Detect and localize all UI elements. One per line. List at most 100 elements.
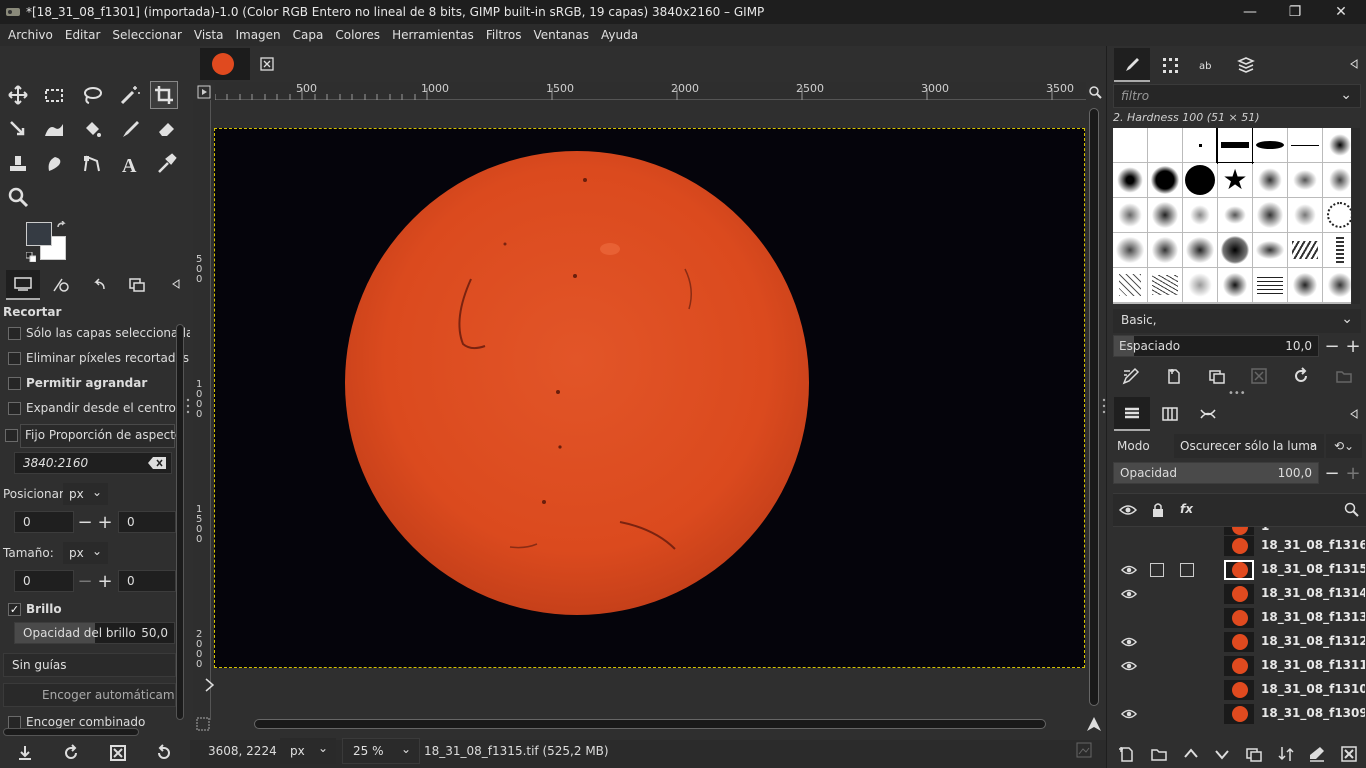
tool-options-hscrollbar[interactable] [3, 728, 139, 736]
brush-cell[interactable] [1148, 128, 1182, 162]
close-tab-icon[interactable] [260, 57, 274, 71]
brush-cell[interactable] [1288, 198, 1322, 232]
duplicate-layer-button[interactable] [1243, 743, 1265, 765]
minus-icon[interactable]: − [74, 570, 96, 592]
tab-layers[interactable] [1114, 397, 1150, 431]
minus-icon[interactable]: − [1321, 335, 1343, 357]
horizontal-scrollbar[interactable] [254, 719, 1046, 729]
color-picker-tool[interactable] [152, 150, 180, 178]
clear-field-icon[interactable] [148, 457, 166, 469]
brush-cell[interactable] [1253, 233, 1287, 267]
lasso-tool[interactable] [78, 81, 106, 109]
eye-icon[interactable] [1121, 706, 1137, 722]
brush-cell[interactable] [1113, 163, 1147, 197]
brush-cell[interactable] [1183, 163, 1217, 197]
brush-cell[interactable] [1323, 128, 1351, 162]
minus-icon[interactable]: − [74, 511, 96, 533]
plus-icon[interactable]: + [94, 511, 116, 533]
minimize-button[interactable]: — [1227, 0, 1273, 24]
eye-icon[interactable] [1121, 658, 1137, 674]
brush-cell[interactable] [1288, 128, 1322, 162]
zoom-dropdown[interactable]: 25 % ⌄ [342, 738, 420, 764]
brush-cell[interactable] [1148, 233, 1182, 267]
default-colors-icon[interactable] [26, 252, 36, 262]
effects-icon[interactable]: fx [1180, 502, 1193, 516]
paintbrush-tool[interactable] [116, 115, 144, 143]
size-h-field[interactable]: 0 [118, 570, 176, 592]
scale-tool[interactable] [4, 115, 32, 143]
move-tool[interactable] [4, 81, 32, 109]
restore-options-button[interactable] [60, 742, 82, 764]
brush-cell[interactable] [1253, 198, 1287, 232]
paths-tool[interactable] [78, 150, 106, 178]
fuzzy-select-tool[interactable] [116, 81, 144, 109]
vertical-scrollbar[interactable] [1089, 108, 1099, 706]
warp-tool[interactable] [40, 115, 68, 143]
brush-cell[interactable] [1288, 163, 1322, 197]
visibility-toggle[interactable] [1121, 682, 1137, 698]
layer-row[interactable]: 18_31_08_f1312.ti [1113, 630, 1366, 654]
dock-menu-icon[interactable] [1348, 58, 1360, 70]
swap-colors-icon[interactable] [56, 221, 68, 233]
delete-options-button[interactable] [107, 742, 129, 764]
brush-filter-field[interactable]: filtro ⌄ [1113, 84, 1361, 108]
layer-mask-button[interactable] [1306, 743, 1328, 765]
tab-brushes[interactable] [1114, 48, 1150, 82]
mode-group-button[interactable]: ⟲⌄ [1326, 434, 1362, 458]
menu-imagen[interactable]: Imagen [229, 28, 286, 42]
layer-row[interactable]: 18_31_08_f1315.ti [1113, 558, 1366, 582]
tab-paths[interactable] [1190, 397, 1226, 431]
eye-icon[interactable] [1121, 634, 1137, 650]
menu-colores[interactable]: Colores [329, 28, 386, 42]
text-tool[interactable]: A [116, 150, 144, 178]
visibility-toggle[interactable] [1121, 538, 1137, 554]
allow-growing-checkbox[interactable] [8, 377, 21, 390]
restore-button[interactable]: ❐ [1272, 0, 1318, 24]
brush-cell[interactable] [1113, 128, 1147, 162]
open-brush-button[interactable] [1333, 365, 1355, 387]
eye-icon[interactable] [1119, 503, 1137, 517]
menu-vista[interactable]: Vista [188, 28, 230, 42]
tab-document-history[interactable] [1228, 48, 1264, 82]
plus-icon[interactable]: + [94, 570, 116, 592]
smudge-tool[interactable] [40, 150, 68, 178]
eye-icon[interactable] [1121, 586, 1137, 602]
tab-tool-options[interactable] [6, 270, 40, 300]
brush-cell[interactable]: ★ [1218, 163, 1252, 197]
highlight-checkbox[interactable]: ✓ [8, 603, 21, 616]
layer-row[interactable]: 18_31_08_f1311.ti [1113, 654, 1366, 678]
brush-cell[interactable] [1323, 268, 1351, 302]
position-y-field[interactable]: 0 [118, 511, 176, 533]
brush-cell[interactable] [1288, 233, 1322, 267]
layer-row[interactable]: 18_31_08_f1309.ti [1113, 702, 1366, 726]
tab-undo-history[interactable] [82, 270, 116, 300]
layer-mode-dropdown[interactable]: Oscurecer sólo la luma ⌄ [1174, 434, 1324, 458]
menu-archivo[interactable]: Archivo [2, 28, 59, 42]
brush-cell[interactable] [1218, 233, 1252, 267]
delete-brush-button[interactable] [1248, 365, 1270, 387]
tab-fonts[interactable]: ab [1190, 48, 1226, 82]
brush-cell[interactable] [1183, 128, 1217, 162]
layer-row[interactable]: 18_31_08_f1313.ti [1113, 606, 1366, 630]
bucket-fill-tool[interactable] [78, 115, 106, 143]
brush-cell[interactable] [1288, 268, 1322, 302]
brush-cell-selected[interactable] [1216, 128, 1254, 164]
expand-center-checkbox[interactable] [8, 402, 21, 415]
canvas-menu-icon[interactable] [197, 85, 211, 99]
delete-layer-button[interactable] [1338, 743, 1360, 765]
brush-preset-dropdown[interactable]: Basic, ⌄ [1113, 309, 1361, 333]
tab-channels[interactable] [1152, 397, 1188, 431]
layer-row[interactable]: 18_31_08_f1316.ti [1113, 534, 1366, 558]
lock-icon[interactable] [1151, 502, 1165, 518]
brush-cell[interactable] [1253, 163, 1287, 197]
menu-ayuda[interactable]: Ayuda [595, 28, 644, 42]
effects-toggle[interactable] [1180, 563, 1194, 577]
toolbox-resize-handle[interactable] [186, 396, 190, 416]
brush-cell[interactable] [1183, 198, 1217, 232]
panel-resize-handle[interactable]: ••• [1228, 389, 1248, 399]
zoom-canvas-icon[interactable] [1088, 85, 1102, 99]
plus-icon[interactable]: + [1342, 462, 1364, 484]
brush-cell[interactable] [1218, 268, 1252, 302]
brush-cell[interactable] [1218, 198, 1252, 232]
foreground-color-swatch[interactable] [26, 222, 52, 246]
